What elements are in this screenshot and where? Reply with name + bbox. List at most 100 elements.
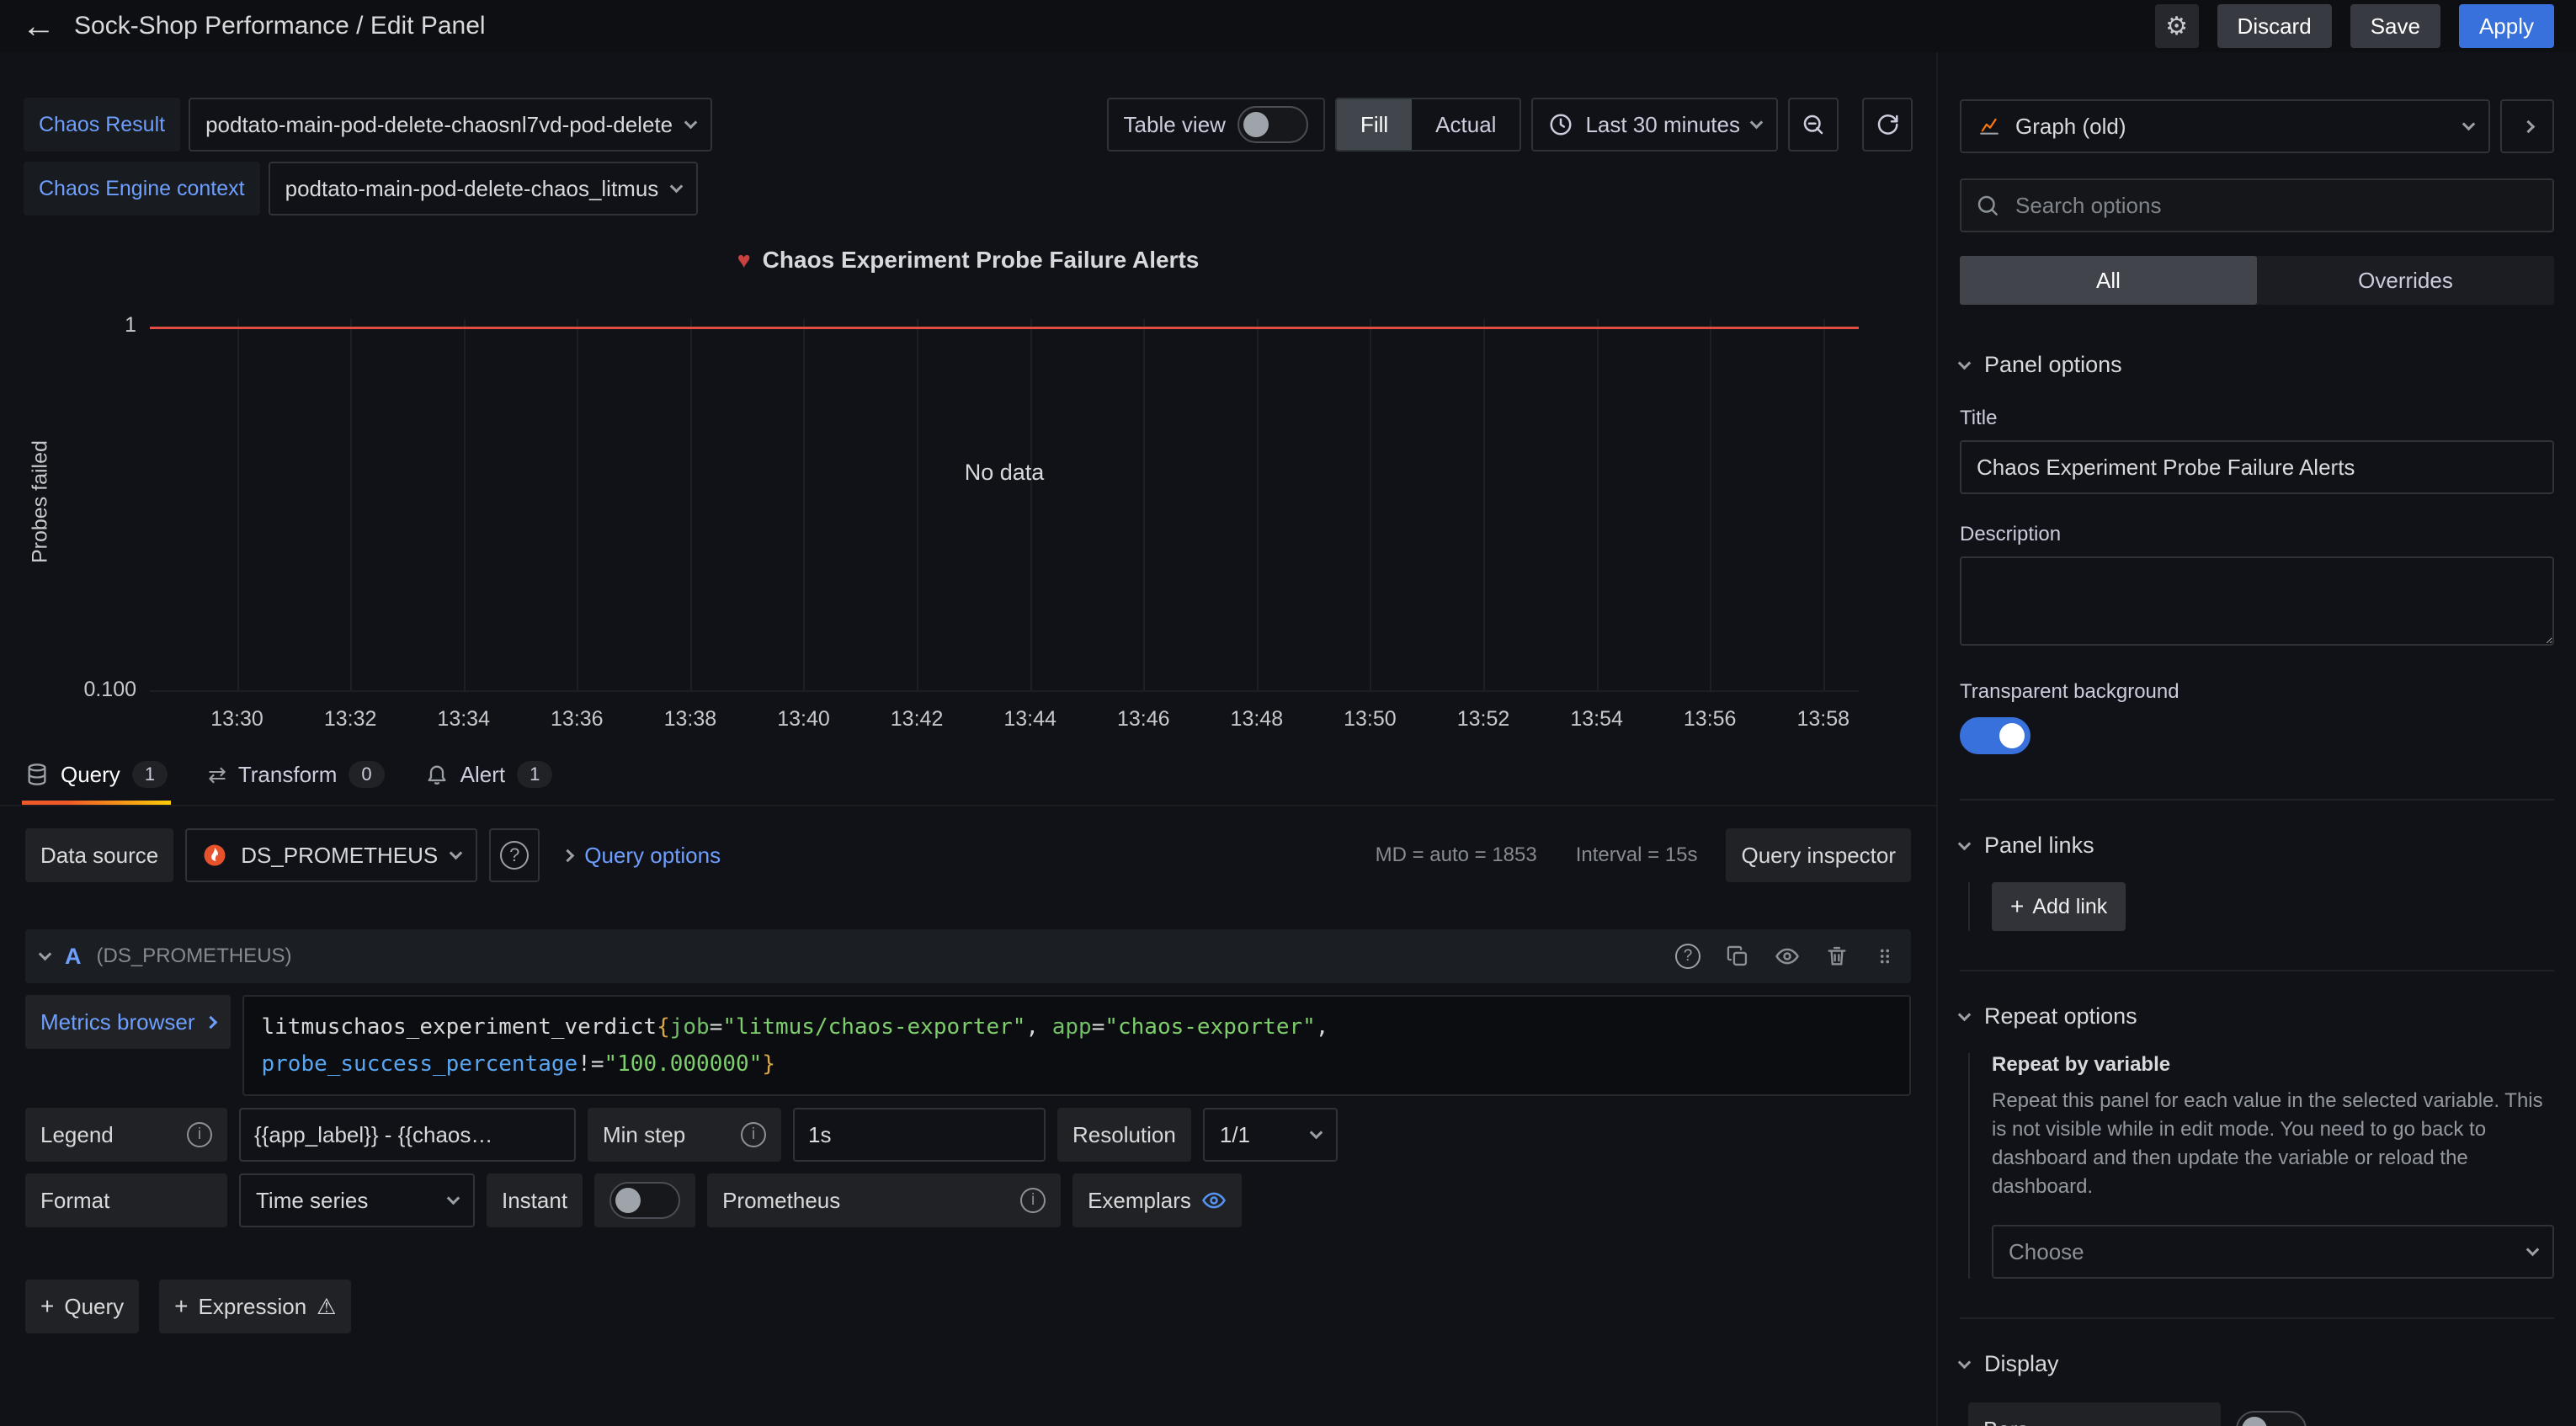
x-tick-label: 13:32 xyxy=(324,707,377,732)
gridline xyxy=(1030,319,1032,692)
panel-title-input[interactable] xyxy=(1960,440,2554,494)
gear-icon: ⚙ xyxy=(2165,12,2188,41)
transparent-background-toggle[interactable] xyxy=(1960,717,2030,754)
alert-heart-icon: ♥ xyxy=(737,247,751,274)
search-options-input[interactable] xyxy=(1960,178,2554,232)
tab-alert[interactable]: Alert 1 xyxy=(425,744,553,805)
x-tick-label: 13:52 xyxy=(1457,707,1510,732)
display-title: Display xyxy=(1984,1351,2059,1377)
query-ref-datasource: (DS_PROMETHEUS) xyxy=(97,944,292,968)
actual-option[interactable]: Actual xyxy=(1412,99,1520,150)
drag-handle-icon[interactable] xyxy=(1874,945,1896,967)
tab-overrides[interactable]: Overrides xyxy=(2257,256,2554,305)
x-axis-labels: 13:3013:3213:3413:3613:3813:4013:4213:44… xyxy=(150,692,1859,739)
repeat-variable-select[interactable]: Choose xyxy=(1992,1225,2554,1279)
query-row-header[interactable]: A (DS_PROMETHEUS) ? xyxy=(25,929,1911,983)
fill-option[interactable]: Fill xyxy=(1337,99,1412,150)
panel-description-textarea[interactable] xyxy=(1960,556,2554,646)
hide-query-eye-icon[interactable] xyxy=(1775,944,1800,969)
time-range-picker[interactable]: Last 30 minutes xyxy=(1531,98,1778,152)
tab-transform[interactable]: ⇄ Transform 0 xyxy=(208,744,385,805)
query-options-toggle[interactable]: Query options xyxy=(562,843,721,869)
panel-options-header[interactable]: Panel options xyxy=(1960,352,2554,378)
instant-label: Instant xyxy=(487,1173,583,1227)
instant-toggle-wrap xyxy=(594,1173,695,1227)
section-display: Display Bars xyxy=(1960,1317,2554,1426)
variable-row-chaos-result: Chaos Result podtato-main-pod-delete-cha… xyxy=(24,98,712,152)
format-label: Format xyxy=(25,1173,227,1227)
warning-triangle-icon: ⚠ xyxy=(317,1294,336,1320)
display-header[interactable]: Display xyxy=(1960,1351,2554,1377)
description-field: Description xyxy=(1960,523,2554,652)
gridline xyxy=(1710,319,1711,692)
datasource-help-button[interactable]: ? xyxy=(489,828,540,882)
tab-overrides-label: Overrides xyxy=(2358,268,2453,294)
zoom-out-button[interactable] xyxy=(1788,98,1839,152)
x-tick-label: 13:30 xyxy=(210,707,263,732)
min-step-input[interactable]: 1s xyxy=(793,1108,1046,1162)
gridline xyxy=(1483,319,1485,692)
x-tick-label: 13:42 xyxy=(891,707,944,732)
exemplars-control[interactable]: Exemplars xyxy=(1072,1173,1242,1227)
x-tick-label: 13:36 xyxy=(551,707,604,732)
chevron-down-icon[interactable] xyxy=(39,948,52,961)
actual-label: Actual xyxy=(1435,112,1496,138)
variable-select-chaos-engine[interactable]: podtato-main-pod-delete-chaos_litmus xyxy=(269,162,699,215)
visualization-picker[interactable]: Graph (old) xyxy=(1960,99,2490,153)
promql-expression-input[interactable]: litmuschaos_experiment_verdict{job="litm… xyxy=(242,995,1911,1096)
panel-links-body: + Add link xyxy=(1968,882,2554,931)
plot-area[interactable]: Probes failed 1 0.100 No data 13:3013:32… xyxy=(150,311,1859,692)
refresh-button[interactable] xyxy=(1862,98,1913,152)
left-column: Chaos Result podtato-main-pod-delete-cha… xyxy=(0,52,1936,1426)
legend-format-input[interactable]: {{app_label}} - {{chaos… xyxy=(239,1108,576,1162)
variable-label-chaos-engine: Chaos Engine context xyxy=(24,162,260,215)
fill-label: Fill xyxy=(1360,112,1388,138)
chevron-down-icon xyxy=(1958,837,1972,850)
section-repeat-options: Repeat options Repeat by variable Repeat… xyxy=(1960,970,2554,1279)
graph-panel: ♥ Chaos Experiment Probe Failure Alerts … xyxy=(24,231,1913,742)
discard-button[interactable]: Discard xyxy=(2217,4,2332,48)
format-select[interactable]: Time series xyxy=(239,1173,475,1227)
panel-settings-button[interactable]: ⚙ xyxy=(2155,4,2199,48)
duplicate-icon[interactable] xyxy=(1726,944,1749,968)
resolution-select[interactable]: 1/1 xyxy=(1203,1108,1338,1162)
promql-line-1: litmuschaos_experiment_verdict{job="litm… xyxy=(261,1008,1892,1046)
variable-select-chaos-result[interactable]: podtato-main-pod-delete-chaosnl7vd-pod-d… xyxy=(189,98,712,152)
apply-button[interactable]: Apply xyxy=(2459,4,2554,48)
datasource-picker[interactable]: DS_PROMETHEUS xyxy=(185,828,477,882)
instant-toggle[interactable] xyxy=(609,1182,680,1219)
add-query-button[interactable]: + Query xyxy=(25,1280,139,1333)
back-arrow-icon[interactable]: ← xyxy=(22,9,56,43)
add-link-button[interactable]: + Add link xyxy=(1992,882,2126,931)
trash-icon[interactable] xyxy=(1825,944,1849,968)
table-view-toggle[interactable] xyxy=(1237,106,1308,143)
query-inspector-button[interactable]: Query inspector xyxy=(1726,828,1911,882)
tab-all[interactable]: All xyxy=(1960,256,2257,305)
chevron-right-icon xyxy=(205,1015,218,1029)
tab-query-label: Query xyxy=(61,762,120,788)
panel-links-header[interactable]: Panel links xyxy=(1960,833,2554,859)
datasource-label-text: Data source xyxy=(40,843,158,869)
panel-header[interactable]: ♥ Chaos Experiment Probe Failure Alerts xyxy=(24,231,1913,290)
help-icon[interactable]: ? xyxy=(1675,944,1700,969)
tab-alert-count: 1 xyxy=(517,761,552,788)
datasource-value: DS_PROMETHEUS xyxy=(241,843,438,869)
repeat-options-header[interactable]: Repeat options xyxy=(1960,1003,2554,1030)
gridline xyxy=(350,319,352,692)
gridline xyxy=(577,319,578,692)
tab-query[interactable]: Query 1 xyxy=(25,744,168,805)
x-tick-label: 13:58 xyxy=(1796,707,1850,732)
gridline xyxy=(1370,319,1371,692)
transparent-background-label: Transparent background xyxy=(1960,680,2554,704)
add-expression-label: Expression xyxy=(199,1294,307,1320)
options-sidebar: Graph (old) All Overrides Panel options xyxy=(1936,52,2576,1426)
metrics-browser-button[interactable]: Metrics browser xyxy=(25,995,231,1049)
query-row-actions: ? xyxy=(1675,944,1896,969)
collapse-options-button[interactable] xyxy=(2500,99,2554,153)
save-button[interactable]: Save xyxy=(2350,4,2440,48)
gridline xyxy=(1597,319,1599,692)
add-expression-button[interactable]: + Expression ⚠ xyxy=(159,1280,351,1333)
section-panel-options: Panel options Title Description Transpar… xyxy=(1960,352,2554,760)
bars-toggle[interactable] xyxy=(2236,1411,2307,1426)
info-icon: i xyxy=(187,1122,212,1147)
